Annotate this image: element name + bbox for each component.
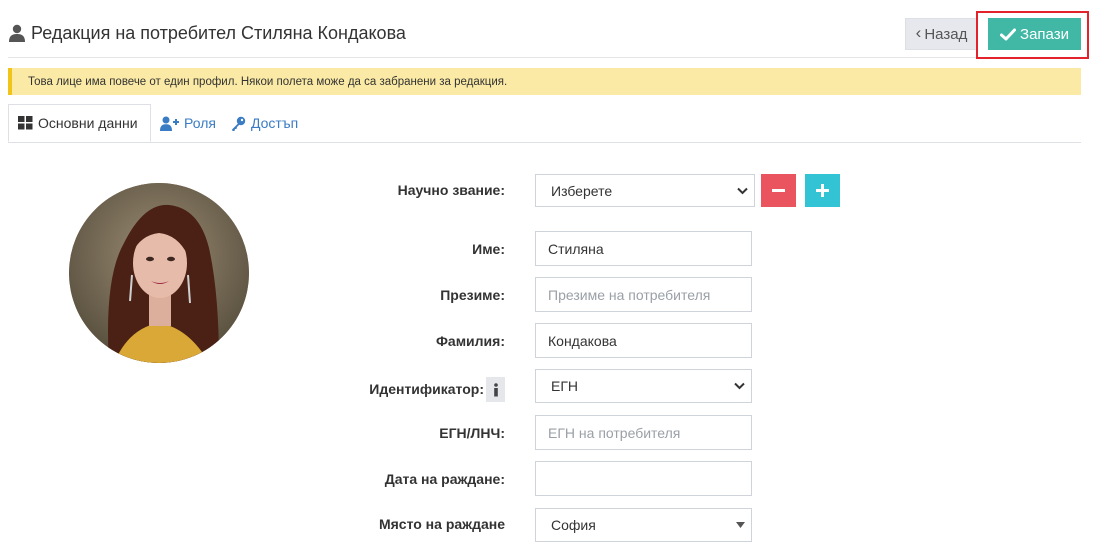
egn-placeholder: ЕГН на потребителя (548, 424, 681, 441)
back-button-label: Назад (924, 25, 968, 43)
birth-date-label: Дата на раждане: (384, 471, 505, 487)
first-name-value: Стиляна (548, 240, 604, 257)
grid-icon (18, 116, 33, 130)
minus-icon (772, 189, 785, 192)
warning-alert: Това лице има повече от един профил. Няк… (8, 68, 1081, 95)
info-icon[interactable] (486, 377, 505, 402)
save-button[interactable]: Запази (988, 18, 1081, 50)
birth-place-label: Място на раждане (378, 516, 505, 532)
check-icon (1000, 28, 1017, 41)
remove-title-button[interactable] (761, 174, 796, 207)
tab-access[interactable]: Достъп (222, 104, 307, 142)
key-icon (232, 116, 246, 131)
identifier-value: ЕГН (551, 378, 579, 394)
middle-name-field[interactable]: Презиме на потребителя (535, 277, 752, 312)
egn-label: ЕГН/ЛНЧ: (439, 425, 505, 441)
middle-name-label: Презиме: (440, 287, 505, 303)
back-button[interactable]: ‹ Назад (905, 18, 978, 50)
academic-title-value: Изберете (551, 182, 613, 199)
birth-place-value: София (551, 517, 596, 533)
tab-label: Роля (184, 115, 216, 131)
caret-down-icon (736, 522, 745, 528)
chevron-down-icon (737, 187, 748, 194)
avatar (69, 183, 249, 363)
academic-title-select[interactable]: Изберете (535, 174, 755, 207)
alert-text: Това лице има повече от един профил. Няк… (28, 75, 508, 88)
first-name-label: Име: (472, 241, 505, 257)
tab-label: Основни данни (38, 115, 138, 131)
tab-role[interactable]: Роля (151, 104, 225, 142)
identifier-label: Идентификатор: (369, 381, 484, 397)
last-name-field[interactable]: Кондакова (535, 323, 752, 358)
user-plus-icon (160, 116, 179, 131)
birth-date-field[interactable] (535, 461, 752, 496)
header-divider (8, 57, 1081, 58)
birth-place-select[interactable]: София (535, 508, 752, 542)
tab-label: Достъп (251, 115, 299, 131)
plus-icon (816, 184, 829, 197)
user-icon (9, 24, 25, 42)
chevron-left-icon: ‹ (915, 23, 922, 42)
egn-field[interactable]: ЕГН на потребителя (535, 415, 752, 450)
middle-name-placeholder: Презиме на потребителя (548, 286, 711, 303)
add-title-button[interactable] (805, 174, 840, 207)
save-button-label: Запази (1020, 25, 1069, 43)
first-name-field[interactable]: Стиляна (535, 231, 752, 266)
academic-title-label: Научно звание: (397, 182, 505, 198)
tab-basic-data[interactable]: Основни данни (8, 104, 151, 142)
chevron-down-icon (734, 382, 745, 390)
identifier-select[interactable]: ЕГН (535, 369, 752, 403)
page-header: Редакция на потребител Стиляна Кондакова (8, 18, 406, 48)
last-name-label: Фамилия: (435, 333, 505, 349)
page-title: Редакция на потребител Стиляна Кондакова (31, 22, 406, 43)
tab-bar: Основни данни Роля Достъп (8, 104, 1081, 143)
last-name-value: Кондакова (548, 332, 617, 349)
